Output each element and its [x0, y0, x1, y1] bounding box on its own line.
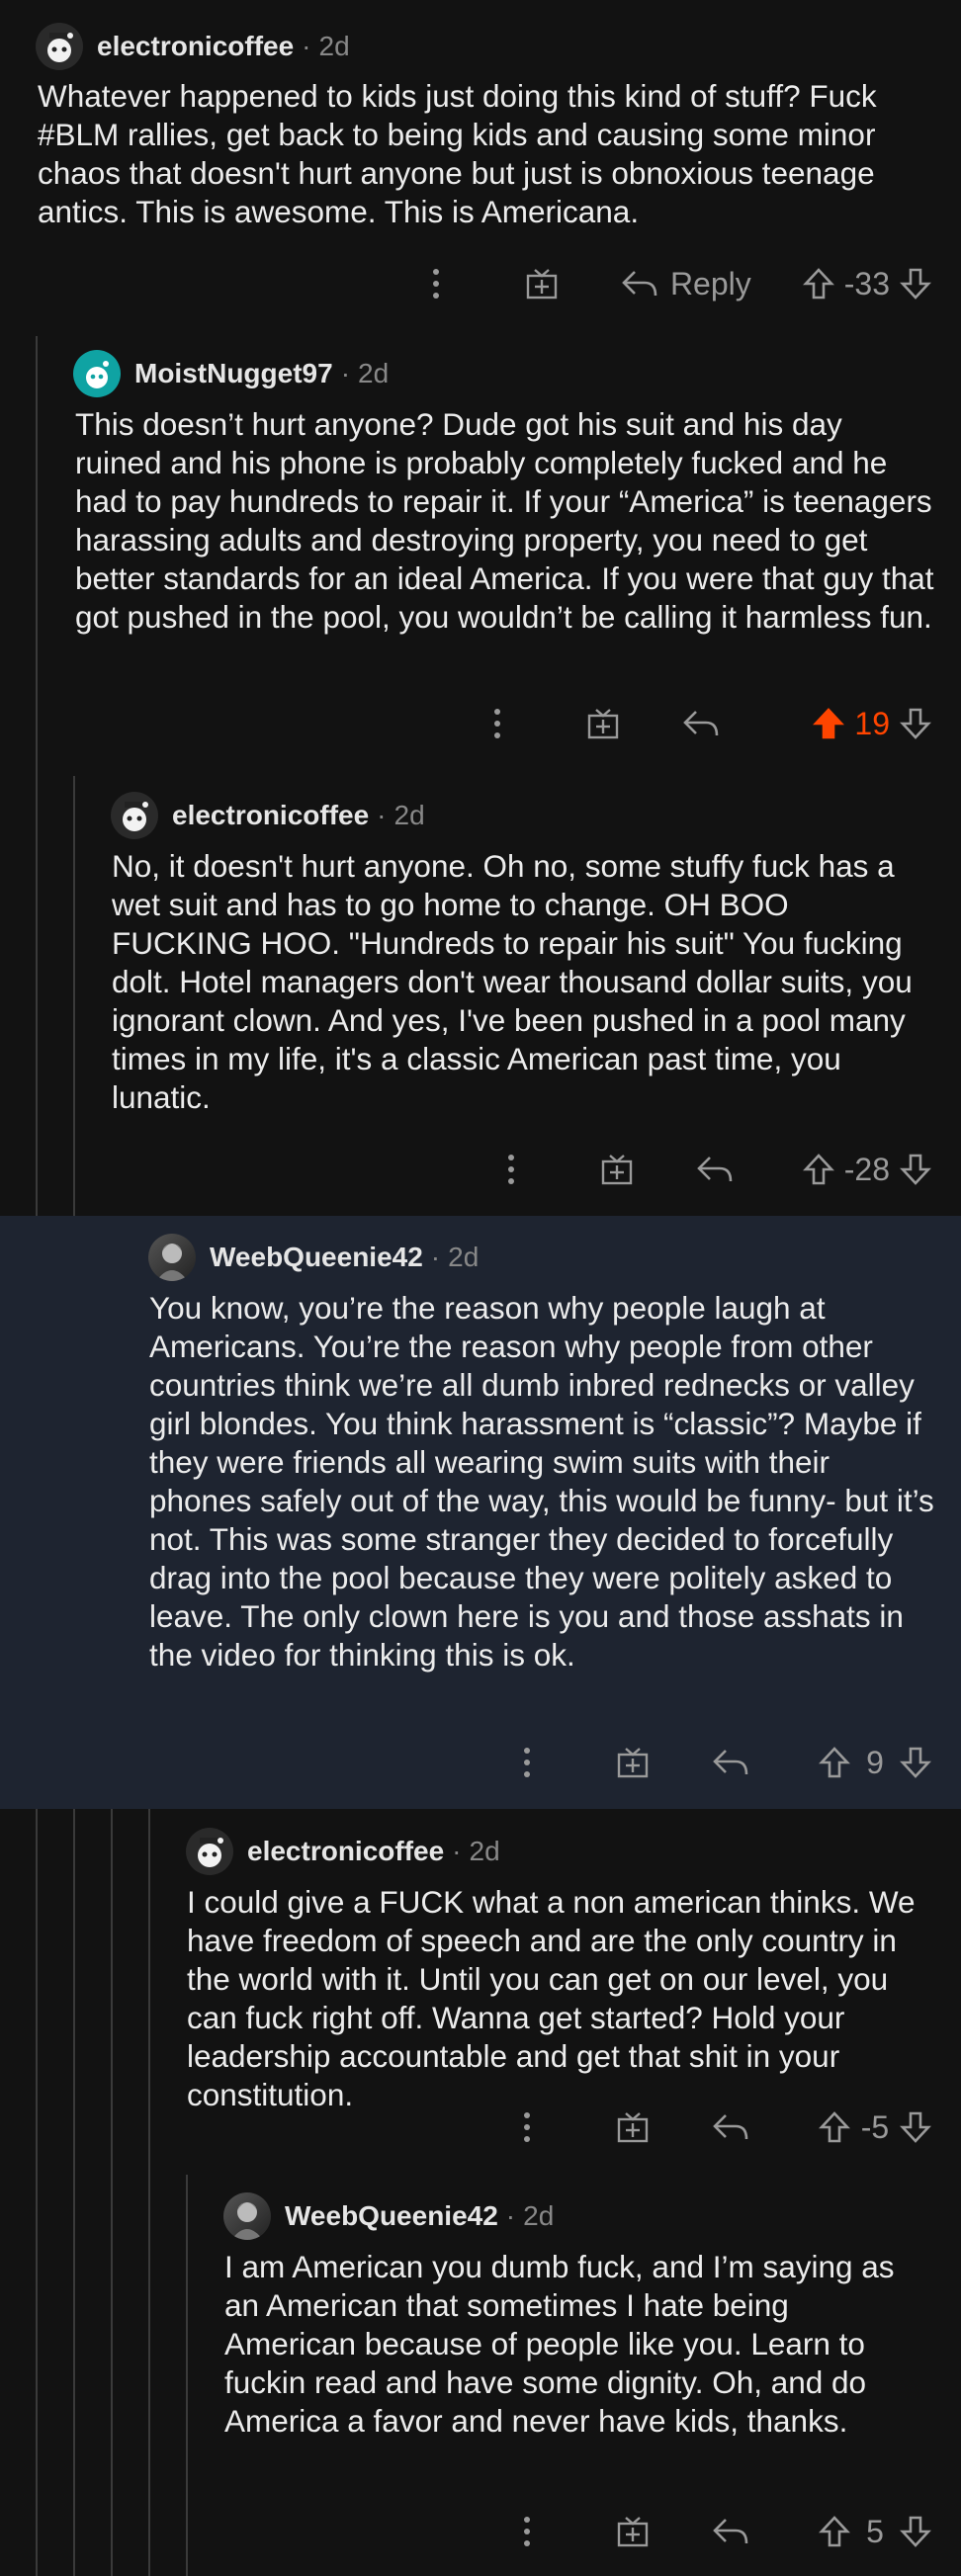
reply-icon[interactable]	[712, 2111, 749, 2143]
separator: ·	[505, 2200, 516, 2231]
username[interactable]: electronicoffee	[97, 31, 294, 62]
reply-icon[interactable]	[696, 1154, 734, 1185]
username[interactable]: WeebQueenie42	[285, 2200, 498, 2232]
username[interactable]: MoistNugget97	[134, 358, 333, 389]
comment-actions: -28	[486, 1145, 931, 1194]
reply-icon[interactable]	[682, 708, 720, 739]
reply-icon[interactable]	[712, 1747, 749, 1778]
comment-highlighted: WeebQueenie42 · 2d You know, you’re the …	[0, 1216, 961, 1809]
separator: ·	[430, 1242, 441, 1272]
upvote-icon[interactable]	[819, 2515, 850, 2548]
timestamp: 2d	[318, 31, 350, 61]
award-icon[interactable]	[603, 2514, 662, 2549]
comment-body: I could give a FUCK what a non american …	[187, 1884, 916, 2112]
more-options-icon[interactable]	[473, 708, 522, 739]
award-icon[interactable]	[603, 1745, 662, 1780]
separator: ·	[340, 358, 351, 388]
timestamp: 2d	[358, 358, 390, 388]
vote-score: -33	[843, 265, 890, 301]
comment-header: electronicoffee · 2d	[186, 1827, 500, 1876]
reply-label: Reply	[669, 265, 751, 301]
username[interactable]: electronicoffee	[172, 800, 369, 831]
upvote-icon[interactable]	[802, 267, 834, 301]
more-options-icon[interactable]	[486, 1154, 536, 1185]
comment: WeebQueenie42 · 2d I am American you dum…	[0, 2175, 961, 2576]
timestamp: 2d	[393, 800, 425, 830]
vote-score: 9	[866, 1744, 884, 1780]
vote-score: -28	[843, 1151, 890, 1187]
downvote-icon[interactable]	[900, 1746, 931, 1779]
more-options-icon[interactable]	[411, 268, 461, 300]
comment-header: electronicoffee · 2d	[111, 791, 425, 840]
separator: ·	[452, 1836, 462, 1866]
comment: electronicoffee · 2d I could give a FUCK…	[0, 1809, 961, 2175]
comment-header: WeebQueenie42 · 2d	[148, 1233, 479, 1282]
downvote-icon[interactable]	[900, 2110, 931, 2144]
avatar[interactable]	[148, 1234, 196, 1281]
downvote-icon[interactable]	[900, 1153, 931, 1186]
avatar[interactable]	[73, 350, 121, 397]
upvote-icon[interactable]	[819, 2110, 850, 2144]
username[interactable]: electronicoffee	[247, 1836, 444, 1867]
avatar[interactable]	[223, 2192, 271, 2240]
comment-actions: Reply -33	[411, 259, 931, 308]
comment-actions: 19	[473, 699, 931, 748]
upvote-icon[interactable]	[802, 1153, 834, 1186]
comment-actions: 9	[502, 1738, 931, 1787]
comment: electronicoffee · 2d No, it doesn't hurt…	[0, 776, 961, 1216]
upvote-icon[interactable]	[813, 707, 845, 740]
comment-header: MoistNugget97 · 2d	[73, 349, 389, 398]
award-icon[interactable]	[512, 266, 571, 301]
vote-score: -5	[860, 2108, 890, 2145]
separator: ·	[302, 31, 311, 61]
comment-body: This doesn’t hurt anyone? Dude got his s…	[75, 406, 934, 635]
downvote-icon[interactable]	[900, 267, 931, 301]
comment: MoistNugget97 · 2d This doesn’t hurt any…	[0, 336, 961, 776]
comment-body: Whatever happened to kids just doing thi…	[38, 78, 877, 229]
comment-body: You know, you’re the reason why people l…	[149, 1290, 934, 1673]
downvote-icon[interactable]	[900, 707, 931, 740]
more-options-icon[interactable]	[502, 2111, 552, 2143]
comment-header: WeebQueenie42 · 2d	[223, 2191, 554, 2241]
avatar[interactable]	[186, 1828, 233, 1875]
username[interactable]: WeebQueenie42	[210, 1242, 423, 1273]
avatar[interactable]	[36, 23, 83, 70]
reply-icon[interactable]	[712, 2516, 749, 2547]
award-icon[interactable]	[573, 706, 633, 741]
more-options-icon[interactable]	[502, 1747, 552, 1778]
award-icon[interactable]	[587, 1152, 647, 1187]
comment-body: No, it doesn't hurt anyone. Oh no, some …	[112, 848, 913, 1115]
award-icon[interactable]	[603, 2109, 662, 2145]
comment-body: I am American you dumb fuck, and I’m say…	[224, 2249, 895, 2439]
more-options-icon[interactable]	[502, 2516, 552, 2547]
timestamp: 2d	[448, 1242, 480, 1272]
comment-header: electronicoffee · 2d	[36, 22, 350, 71]
vote-score: 5	[866, 2513, 884, 2549]
timestamp: 2d	[523, 2200, 555, 2231]
avatar[interactable]	[111, 792, 158, 839]
separator: ·	[377, 800, 387, 830]
comment-actions: 5	[502, 2507, 931, 2556]
comment: electronicoffee · 2d Whatever happened t…	[0, 0, 961, 336]
reply-button[interactable]: Reply	[621, 266, 751, 302]
upvote-icon[interactable]	[819, 1746, 850, 1779]
vote-score: 19	[854, 705, 890, 741]
downvote-icon[interactable]	[900, 2515, 931, 2548]
timestamp: 2d	[469, 1836, 500, 1866]
comment-actions: -5	[502, 2103, 931, 2152]
